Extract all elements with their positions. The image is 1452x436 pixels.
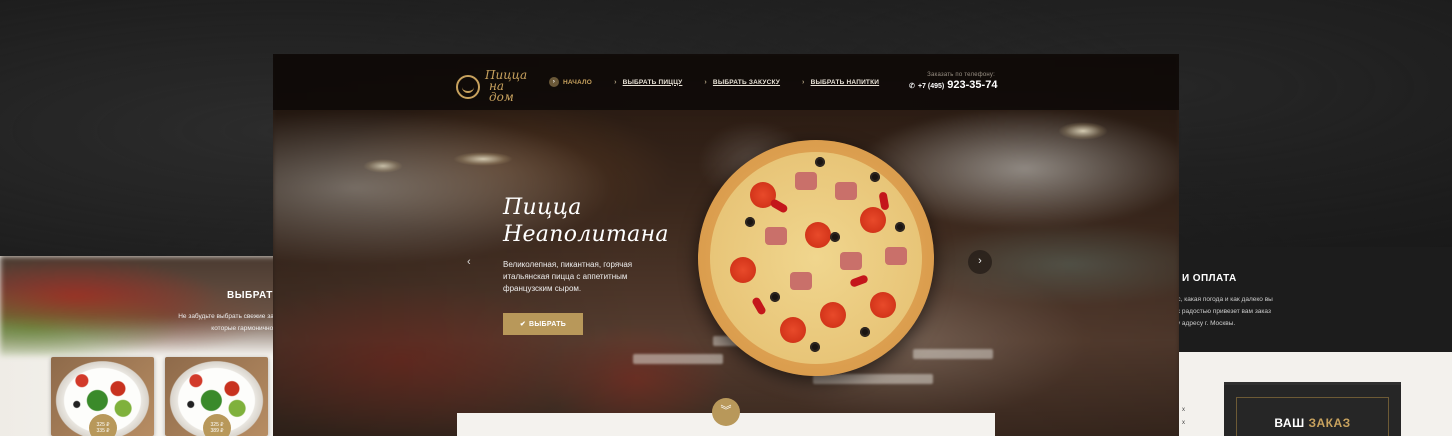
olive-topping bbox=[815, 157, 825, 167]
tomato-topping bbox=[860, 207, 886, 233]
pepper-topping bbox=[751, 296, 767, 316]
order-box[interactable]: ВАШ ЗАКАЗ bbox=[1224, 382, 1401, 436]
olive-topping bbox=[860, 327, 870, 337]
choose-button[interactable]: ✔ ВЫБРАТЬ bbox=[503, 313, 583, 335]
ham-topping bbox=[790, 272, 812, 290]
ham-topping bbox=[885, 247, 907, 265]
nav-item-home[interactable]: › НАЧАЛО bbox=[549, 77, 592, 87]
phone-icon: ✆ bbox=[909, 83, 915, 90]
olive-topping bbox=[745, 217, 755, 227]
ham-topping bbox=[835, 182, 857, 200]
chevron-right-icon: › bbox=[614, 78, 617, 86]
nav-item-choose-drinks[interactable]: › ВЫБРАТЬ НАПИТКИ bbox=[802, 79, 879, 86]
pepper-topping bbox=[769, 198, 789, 214]
phone-contact[interactable]: Заказать по телефону: ✆ +7 (495) 923-35-… bbox=[909, 72, 998, 91]
main-website-mockup: Пицца на дом › НАЧАЛО › ВЫБРАТЬ ПИЦЦУ › … bbox=[273, 54, 1179, 436]
ham-topping bbox=[840, 252, 862, 270]
chevron-left-icon: ‹ bbox=[467, 256, 471, 268]
left-mockup-line: Не забудьте выбрать свежие закуск bbox=[178, 313, 286, 320]
price-badge: 325 ₽ 335 ₽ bbox=[89, 414, 117, 436]
salad-card[interactable]: 325 ₽ 389 ₽ bbox=[165, 357, 268, 436]
main-nav: › НАЧАЛО › ВЫБРАТЬ ПИЦЦУ › ВЫБРАТЬ ЗАКУС… bbox=[549, 77, 901, 87]
hero-title: Пицца Неаполитана bbox=[503, 195, 669, 247]
tomato-topping bbox=[730, 257, 756, 283]
olive-topping bbox=[770, 292, 780, 302]
right-mockup-text: е час, какая погода и как далеко вы вка … bbox=[1165, 296, 1273, 327]
ham-topping bbox=[765, 227, 787, 245]
logo-text: Пицца на дом bbox=[485, 68, 528, 104]
site-header: Пицца на дом › НАЧАЛО › ВЫБРАТЬ ПИЦЦУ › … bbox=[273, 54, 1179, 110]
tomato-topping bbox=[805, 222, 831, 248]
pizza-logo-icon bbox=[456, 74, 480, 99]
salad-card[interactable]: 325 ₽ 335 ₽ bbox=[51, 357, 154, 436]
ham-topping bbox=[795, 172, 817, 190]
nav-active-bullet-icon: › bbox=[549, 77, 559, 87]
scroll-down-button[interactable]: ︾ bbox=[712, 398, 740, 426]
olive-topping bbox=[870, 172, 880, 182]
tomato-topping bbox=[780, 317, 806, 343]
right-mockup-title: И ОПЛАТА bbox=[1182, 273, 1237, 284]
tomato-topping bbox=[870, 292, 896, 318]
pizza-image bbox=[698, 140, 934, 376]
nav-item-choose-pizza[interactable]: › ВЫБРАТЬ ПИЦЦУ bbox=[614, 79, 682, 86]
pizza-cheese bbox=[710, 152, 922, 364]
order-box-title: ВАШ ЗАКАЗ bbox=[1236, 397, 1389, 436]
olive-topping bbox=[830, 232, 840, 242]
left-mockup-text: Не забудьте выбрать свежие закуск которы… bbox=[156, 311, 286, 335]
left-mockup-line: которые гармонично доп bbox=[211, 325, 286, 332]
chevron-right-icon: › bbox=[978, 255, 982, 267]
price-badge: 325 ₽ 389 ₽ bbox=[203, 414, 231, 436]
check-icon: ✔ bbox=[519, 321, 527, 328]
pepper-topping bbox=[849, 274, 869, 288]
pepper-topping bbox=[878, 191, 890, 211]
site-logo[interactable]: Пицца на дом bbox=[456, 68, 528, 104]
slider-prev-button[interactable]: ‹ bbox=[467, 256, 471, 268]
olive-topping bbox=[810, 342, 820, 352]
olive-topping bbox=[895, 222, 905, 232]
left-mockup-photo bbox=[0, 256, 300, 356]
chevron-right-icon: › bbox=[704, 78, 707, 86]
phone-caption: Заказать по телефону: bbox=[927, 72, 995, 78]
chevron-right-icon: › bbox=[802, 78, 805, 86]
right-mockup-side-marks: х х bbox=[1182, 407, 1185, 426]
hero-description: Великолепная, пикантная, горячая итальян… bbox=[503, 260, 633, 293]
double-chevron-down-icon: ︾ bbox=[720, 405, 732, 417]
slider-next-button[interactable]: › bbox=[968, 250, 992, 274]
phone-number: ✆ +7 (495) 923-35-74 bbox=[909, 79, 998, 91]
tomato-topping bbox=[820, 302, 846, 328]
nav-item-choose-snack[interactable]: › ВЫБРАТЬ ЗАКУСКУ bbox=[704, 79, 780, 86]
